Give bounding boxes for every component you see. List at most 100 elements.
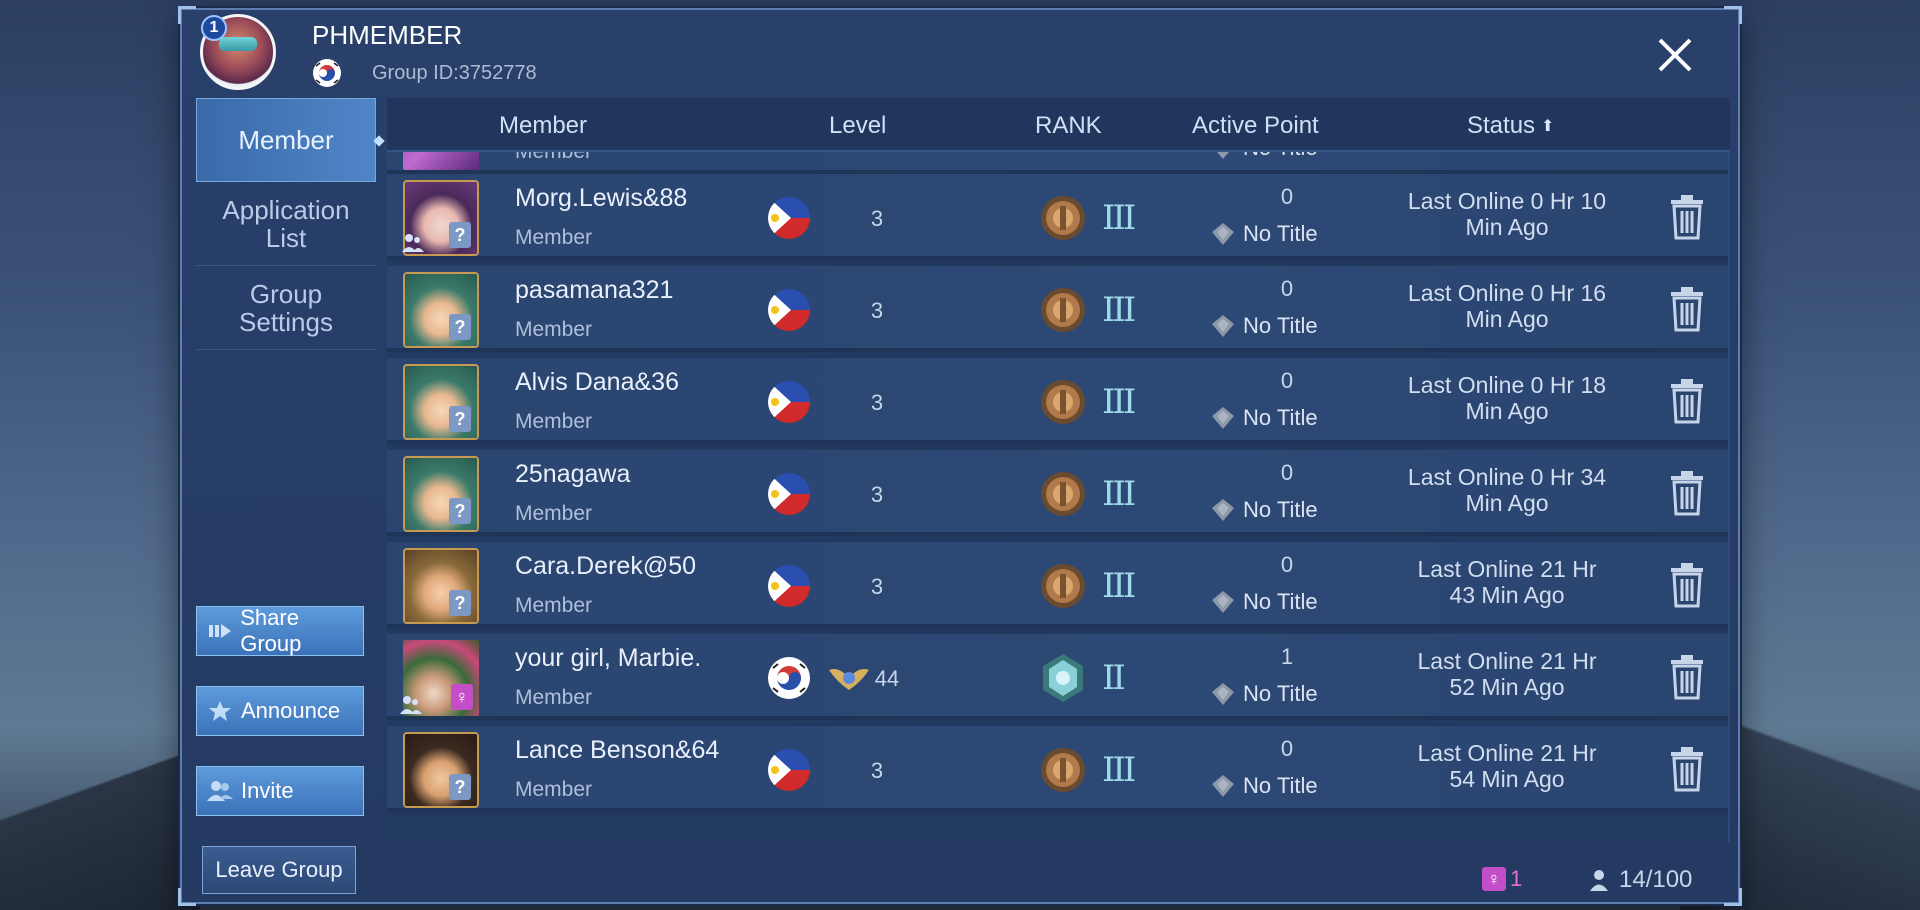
invite-icon — [205, 776, 235, 806]
member-role: Member — [515, 152, 592, 164]
trash-icon — [1671, 471, 1703, 516]
close-icon — [1658, 38, 1692, 72]
gender-unknown-icon: ? — [449, 222, 471, 248]
member-list[interactable]: Member No Title ? Morg.Lewis&88 Member 3… — [387, 152, 1730, 842]
member-role: Member — [515, 410, 593, 433]
header-member: Member — [499, 112, 588, 139]
friend-icon — [400, 696, 422, 714]
leave-group-label: Leave Group — [215, 857, 343, 882]
header-status[interactable]: Status ⬆ — [1467, 112, 1554, 140]
member-avatar[interactable]: ? — [402, 180, 479, 256]
table-row[interactable]: ? pasamana321 Member 3 III 0 No Title La… — [387, 266, 1730, 352]
tab-member-label: Member — [238, 125, 334, 155]
tab-group-settings[interactable]: Group Settings — [196, 266, 376, 350]
trash-icon — [1671, 655, 1703, 700]
member-name[interactable]: Lance Benson&64 — [515, 736, 719, 765]
active-point-title: No Title — [1209, 152, 1318, 162]
panel-corner — [178, 6, 196, 24]
member-level: 3 — [870, 758, 884, 783]
close-button[interactable] — [1650, 30, 1700, 80]
share-group-button[interactable]: Share Group — [196, 605, 364, 656]
title-text: No Title — [1243, 497, 1318, 522]
header-level: Level — [829, 112, 887, 139]
member-avatar[interactable]: ? — [403, 456, 479, 532]
member-name[interactable]: Alvis Dana&36 — [515, 368, 679, 397]
member-avatar[interactable]: ? — [403, 732, 479, 808]
female-count: 1 — [1510, 866, 1523, 891]
active-point-title: No Title — [1209, 404, 1318, 432]
remove-member-button[interactable] — [1667, 470, 1707, 516]
member-name[interactable]: pasamana321 — [515, 276, 673, 305]
title-diamond-icon — [1212, 775, 1234, 797]
remove-member-button[interactable] — [1667, 286, 1707, 332]
rank-tier: III — [1102, 198, 1136, 238]
philippines-flag-icon — [768, 749, 810, 791]
member-name[interactable]: Cara.Derek@50 — [515, 552, 696, 581]
member-avatar[interactable]: ♀ — [400, 640, 479, 716]
rank-warrior-emblem-icon — [1041, 564, 1085, 608]
member-role: Member — [515, 226, 593, 249]
member-status: Last Online 0 Hr 16 Min Ago — [1407, 280, 1607, 332]
gender-unknown-icon: ? — [449, 774, 471, 800]
active-point-title: No Title — [1209, 312, 1318, 340]
tab-member[interactable]: Member — [196, 98, 376, 182]
panel-corner — [178, 888, 196, 906]
member-name[interactable]: 25nagawa — [515, 460, 630, 489]
table-row[interactable]: ? Cara.Derek@50 Member 3 III 0 No Title … — [387, 542, 1730, 628]
rank-tier: III — [1102, 382, 1136, 422]
member-status: Last Online 0 Hr 10 Min Ago — [1407, 188, 1607, 240]
avatar-visor — [219, 37, 257, 51]
member-status: Last Online 0 Hr 18 Min Ago — [1407, 372, 1607, 424]
scrollbar[interactable] — [1728, 152, 1730, 842]
philippines-flag-icon — [768, 289, 810, 331]
leave-group-button[interactable]: Leave Group — [202, 846, 356, 894]
remove-member-button[interactable] — [1667, 194, 1707, 240]
group-panel: 1 PHMEMBER Group ID:3752778 Member Appli… — [178, 6, 1742, 906]
table-row[interactable]: ? Lance Benson&64 Member 3 III 0 No Titl… — [387, 726, 1730, 812]
member-level: 44 — [874, 666, 900, 691]
group-avatar[interactable]: 1 — [200, 14, 276, 90]
title-diamond-icon — [1212, 315, 1234, 337]
remove-member-button[interactable] — [1667, 378, 1707, 424]
table-row[interactable]: ? Morg.Lewis&88 Member 3 III 0 No Title … — [387, 174, 1730, 260]
rank-tier: III — [1102, 566, 1136, 606]
group-level-badge: 1 — [201, 15, 227, 41]
tab-group-settings-label: Group Settings — [239, 278, 333, 337]
member-avatar[interactable]: ? — [403, 364, 479, 440]
title-text: No Title — [1243, 313, 1318, 338]
active-point-value: 0 — [1280, 368, 1294, 393]
member-name[interactable]: Morg.Lewis&88 — [515, 184, 687, 213]
invite-label: Invite — [241, 778, 294, 803]
title-text: No Title — [1243, 773, 1318, 798]
gender-female-icon: ♀ — [451, 684, 473, 710]
share-icon — [205, 616, 234, 646]
member-status: Last Online 21 Hr 43 Min Ago — [1417, 556, 1597, 608]
remove-member-button[interactable] — [1667, 654, 1707, 700]
member-name[interactable]: your girl, Marbie. — [515, 644, 701, 673]
trash-icon — [1671, 287, 1703, 332]
title-diamond-icon — [1212, 683, 1234, 705]
header-active-point: Active Point — [1192, 112, 1319, 139]
member-count: 14/100 — [1619, 866, 1693, 893]
table-row[interactable]: ♀ your girl, Marbie. Member 44 II 1 No T… — [387, 634, 1730, 720]
share-group-label: Share Group — [240, 605, 302, 656]
remove-member-button[interactable] — [1667, 562, 1707, 608]
gender-unknown-icon: ? — [449, 590, 471, 616]
table-row[interactable]: ? Alvis Dana&36 Member 3 III 0 No Title … — [387, 358, 1730, 444]
tab-application-list-label: Application List — [222, 194, 350, 253]
active-point-title: No Title — [1209, 588, 1318, 616]
remove-member-button[interactable] — [1667, 746, 1707, 792]
korea-flag-icon — [768, 657, 810, 699]
announce-button[interactable]: Announce — [196, 686, 364, 736]
philippines-flag-icon — [768, 473, 810, 515]
member-avatar[interactable]: ? — [403, 272, 479, 348]
background-mountain-left — [0, 710, 200, 910]
member-avatar[interactable]: ? — [403, 548, 479, 624]
member-level: 3 — [870, 206, 884, 231]
tab-application-list[interactable]: Application List — [196, 182, 376, 266]
invite-button[interactable]: Invite — [196, 766, 364, 816]
female-count-indicator: ♀ 1 — [1482, 866, 1522, 892]
table-row[interactable]: ? 25nagawa Member 3 III 0 No Title Last … — [387, 450, 1730, 536]
member-status: Last Online 0 Hr 34 Min Ago — [1407, 464, 1607, 516]
rank-warrior-emblem-icon — [1041, 288, 1085, 332]
